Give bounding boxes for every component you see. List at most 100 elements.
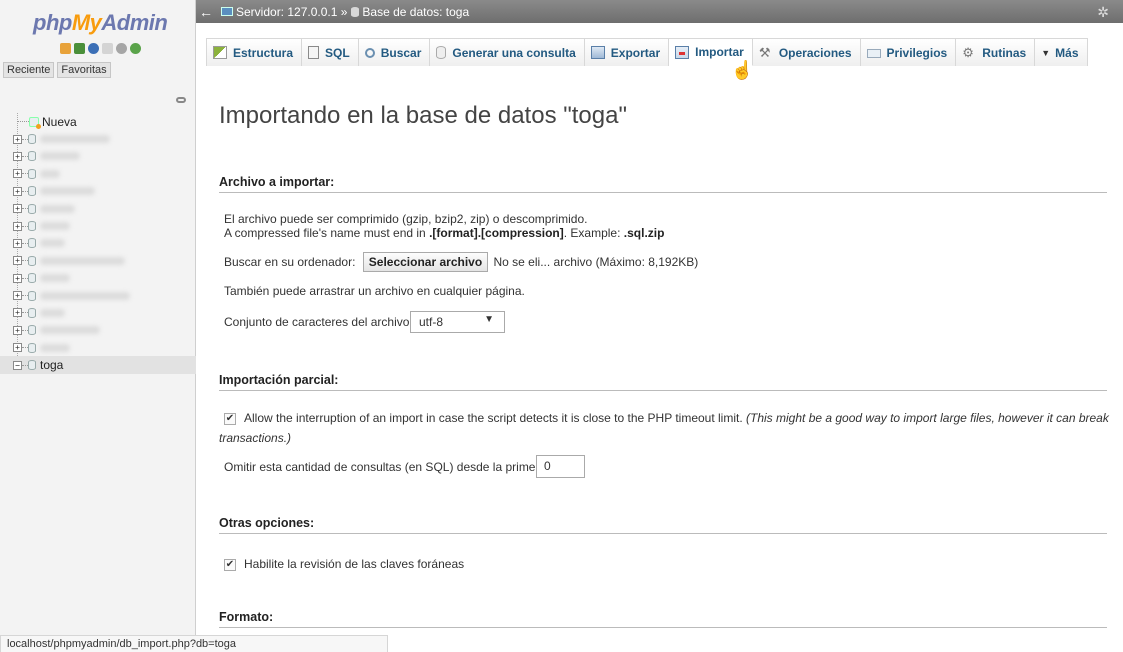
select-file-button[interactable]: Seleccionar archivo bbox=[362, 252, 489, 272]
blurred-db-name bbox=[40, 187, 95, 196]
blurred-db-name bbox=[40, 169, 60, 178]
tree-item[interactable]: + bbox=[0, 252, 196, 269]
gear-icon[interactable]: ✲ bbox=[1097, 4, 1109, 21]
charset-select[interactable]: utf-8 ▼ bbox=[410, 311, 505, 333]
database-icon bbox=[28, 325, 36, 336]
expand-icon[interactable]: + bbox=[13, 134, 22, 144]
tab-privileges[interactable]: Privilegios bbox=[860, 38, 957, 66]
tree-item[interactable]: + bbox=[0, 130, 196, 147]
allow-interrupt-note: transactions.) bbox=[219, 431, 292, 445]
database-icon bbox=[28, 273, 36, 284]
tree-item[interactable]: + bbox=[0, 217, 196, 234]
breadcrumb-server[interactable]: Servidor: 127.0.0.1 » bbox=[236, 5, 347, 19]
tab-structure[interactable]: Estructura bbox=[206, 38, 303, 66]
no-file-text: No se eli... archivo bbox=[493, 255, 593, 269]
expand-icon[interactable]: + bbox=[13, 291, 22, 301]
database-icon bbox=[28, 360, 36, 371]
blurred-db-name bbox=[40, 152, 80, 161]
section-title-file: Archivo a importar: bbox=[219, 175, 1107, 193]
expand-icon[interactable]: + bbox=[13, 256, 22, 266]
tree-item[interactable]: + bbox=[0, 200, 196, 217]
link-with-main-icon[interactable] bbox=[176, 97, 186, 103]
tree-item[interactable]: + bbox=[0, 235, 196, 252]
privileges-icon bbox=[866, 49, 881, 58]
max-size-text: (Máximo: 8,192KB) bbox=[595, 255, 699, 269]
import-icon bbox=[675, 45, 690, 59]
hand-cursor-icon: ☝ bbox=[731, 60, 754, 80]
reload-icon[interactable] bbox=[130, 43, 141, 54]
skip-queries-label: Omitir esta cantidad de consultas (en SQ… bbox=[224, 460, 550, 474]
tree-item[interactable]: + bbox=[0, 322, 196, 339]
charset-label: Conjunto de caracteres del archivo: bbox=[224, 315, 413, 329]
tab-operations[interactable]: ⚒ Operaciones bbox=[752, 38, 861, 66]
blurred-db-name bbox=[40, 274, 70, 283]
help-icon[interactable] bbox=[88, 43, 99, 54]
structure-icon bbox=[213, 46, 227, 59]
tree-item[interactable]: + bbox=[0, 270, 196, 287]
tree-item[interactable]: + bbox=[0, 304, 196, 321]
tree-item[interactable]: + bbox=[0, 148, 196, 165]
collapse-icon[interactable]: − bbox=[13, 360, 22, 370]
section-title-partial: Importación parcial: bbox=[219, 373, 1107, 391]
settings-icon[interactable] bbox=[116, 43, 127, 54]
section-title-other: Otras opciones: bbox=[219, 516, 1107, 534]
expand-icon[interactable]: + bbox=[13, 169, 22, 179]
tab-routines[interactable]: ⚙ Rutinas bbox=[956, 38, 1036, 66]
export-icon bbox=[590, 46, 605, 59]
docs-icon[interactable] bbox=[102, 43, 113, 54]
tree-item-label: Nueva bbox=[42, 114, 77, 129]
compression-desc: El archivo puede ser comprimido (gzip, b… bbox=[224, 212, 588, 226]
expand-icon[interactable]: + bbox=[13, 273, 22, 283]
expand-icon[interactable]: + bbox=[13, 308, 22, 318]
skip-queries-input[interactable]: 0 bbox=[536, 455, 585, 478]
tree-item-toga[interactable]: − toga bbox=[0, 356, 196, 374]
expand-icon[interactable]: + bbox=[13, 343, 22, 353]
allow-interrupt-row: ✔ Allow the interruption of an import in … bbox=[224, 411, 1109, 425]
expand-icon[interactable]: + bbox=[13, 204, 22, 214]
tab-more[interactable]: ▼ Más bbox=[1035, 38, 1088, 66]
blurred-db-name bbox=[40, 222, 70, 231]
expand-icon[interactable]: + bbox=[13, 238, 22, 248]
drag-hint: También puede arrastrar un archivo en cu… bbox=[224, 284, 525, 298]
blurred-db-name bbox=[40, 256, 125, 265]
file-browse-row: Buscar en su ordenador: Seleccionar arch… bbox=[224, 252, 698, 272]
navigation-panel: phpMyAdmin Reciente Favoritas Nueva + + … bbox=[0, 0, 196, 652]
page-title: Importando en la base de datos "toga" bbox=[219, 102, 627, 129]
blurred-db-name bbox=[40, 239, 65, 248]
database-icon bbox=[28, 255, 36, 266]
breadcrumb-database[interactable]: Base de datos: toga bbox=[362, 5, 469, 19]
phpmyadmin-logo[interactable]: phpMyAdmin bbox=[33, 10, 168, 36]
status-bar-url: localhost/phpmyadmin/db_import.php?db=to… bbox=[0, 635, 388, 652]
database-tree: Nueva + + + + + + + + + + + + + − toga bbox=[0, 113, 196, 374]
chevron-down-icon: ▼ bbox=[484, 314, 494, 325]
tree-item-new[interactable]: Nueva bbox=[0, 113, 196, 130]
database-icon bbox=[28, 307, 36, 318]
quick-icons bbox=[60, 43, 141, 54]
expand-icon[interactable]: + bbox=[13, 221, 22, 231]
tree-item[interactable]: + bbox=[0, 287, 196, 304]
expand-icon[interactable]: + bbox=[13, 325, 22, 335]
breadcrumb-bar: ← Servidor: 127.0.0.1 » Base de datos: t… bbox=[196, 0, 1123, 23]
fk-check-checkbox[interactable]: ✔ bbox=[224, 558, 236, 571]
blurred-db-name bbox=[40, 204, 75, 213]
tree-item[interactable]: + bbox=[0, 339, 196, 356]
server-icon bbox=[221, 7, 233, 16]
tab-sql[interactable]: SQL bbox=[302, 38, 359, 66]
collapse-nav-icon[interactable]: ← bbox=[198, 4, 214, 20]
database-icon bbox=[351, 6, 360, 17]
fk-check-row: ✔ Habilite la revisión de las claves forá… bbox=[224, 557, 465, 571]
tab-search[interactable]: Buscar bbox=[358, 38, 431, 66]
tree-item[interactable]: + bbox=[0, 165, 196, 182]
tab-query[interactable]: Generar una consulta bbox=[430, 38, 585, 66]
tab-export[interactable]: Exportar bbox=[584, 38, 670, 66]
recent-button[interactable]: Reciente bbox=[3, 62, 55, 78]
allow-interrupt-checkbox[interactable]: ✔ bbox=[224, 412, 236, 425]
tree-item[interactable]: + bbox=[0, 183, 196, 200]
database-icon bbox=[28, 134, 36, 145]
expand-icon[interactable]: + bbox=[13, 151, 22, 161]
home-icon[interactable] bbox=[60, 43, 71, 54]
new-database-icon bbox=[29, 116, 41, 129]
favorites-button[interactable]: Favoritas bbox=[57, 62, 111, 78]
logout-icon[interactable] bbox=[74, 43, 85, 54]
expand-icon[interactable]: + bbox=[13, 186, 22, 196]
